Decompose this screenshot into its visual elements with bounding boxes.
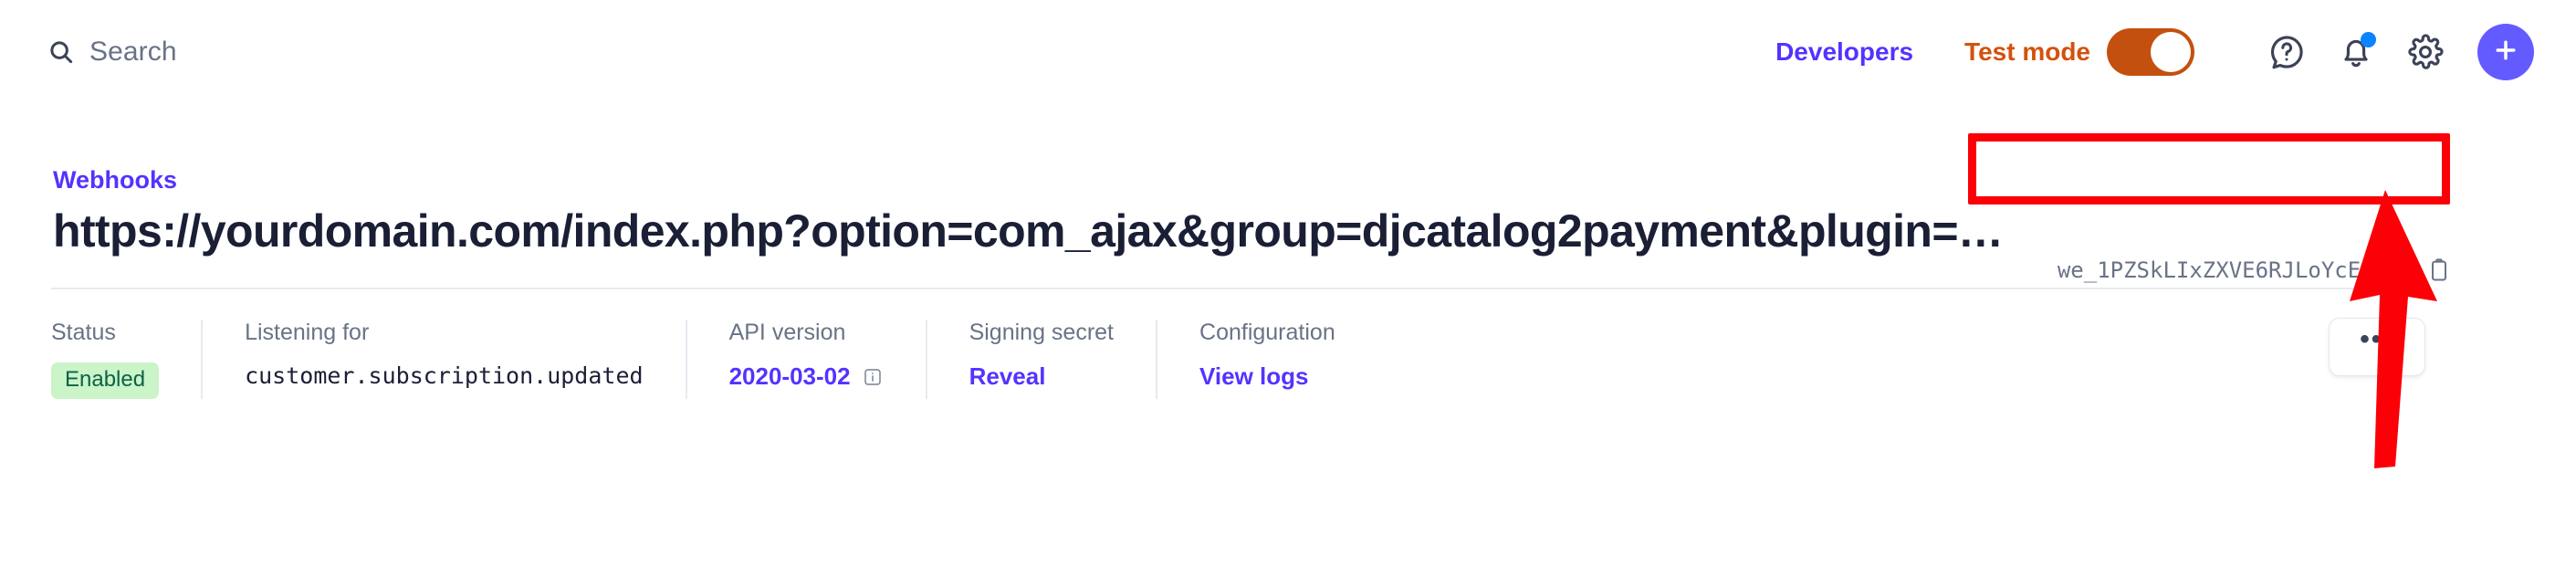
- test-mode-label: Test mode: [1964, 37, 2090, 66]
- reveal-signing-secret-link[interactable]: Reveal: [969, 362, 1114, 391]
- webhook-id-value: we_1PZSkLIxZXVE6RJLoYcE3UyW: [2057, 257, 2414, 283]
- search-box[interactable]: Search: [47, 32, 177, 72]
- meta-label-api-version: API version: [728, 320, 846, 345]
- toggle-knob: [2151, 32, 2191, 72]
- notification-dot-badge: [2361, 32, 2376, 47]
- meta-column-signing-secret: Signing secret Reveal: [927, 320, 1158, 399]
- top-toolbar: Search Developers Test mode: [0, 0, 2576, 102]
- developers-link[interactable]: Developers: [1775, 37, 1913, 67]
- info-icon[interactable]: [862, 366, 884, 388]
- notifications-button[interactable]: [2328, 24, 2384, 80]
- webhook-id-display[interactable]: we_1PZSkLIxZXVE6RJLoYcE3UyW: [2058, 257, 2452, 283]
- add-plus-icon: [2492, 37, 2519, 68]
- more-actions-label: •••: [2360, 324, 2394, 354]
- view-logs-link[interactable]: View logs: [1199, 362, 1335, 391]
- meta-label-status: Status: [51, 320, 116, 345]
- help-icon-button[interactable]: [2258, 24, 2315, 80]
- annotation-highlight-rectangle: [1968, 133, 2450, 205]
- meta-column-listening-for: Listening for customer.subscription.upda…: [203, 320, 687, 399]
- help-icon: [2267, 33, 2306, 71]
- api-version-link[interactable]: 2020-03-02: [729, 362, 851, 391]
- search-input-placeholder[interactable]: Search: [89, 37, 177, 68]
- meta-value-api-version: 2020-03-02: [729, 362, 884, 391]
- page-title: https://yourdomain.com/index.php?option=…: [53, 205, 2004, 257]
- clipboard-copy-icon[interactable]: [2426, 257, 2452, 283]
- test-mode-toggle[interactable]: [2107, 28, 2194, 76]
- settings-button[interactable]: [2397, 24, 2454, 80]
- toolbar-right-group: Developers Test mode: [1775, 24, 2534, 80]
- search-icon: [47, 38, 75, 66]
- meta-column-api-version: API version 2020-03-02: [687, 320, 927, 399]
- breadcrumb-webhooks-link[interactable]: Webhooks: [53, 166, 177, 194]
- more-actions-button[interactable]: •••: [2329, 318, 2425, 376]
- webhook-meta-row: Status Enabled Listening for customer.su…: [51, 320, 1335, 399]
- meta-column-status: Status Enabled: [51, 320, 204, 399]
- meta-label-signing-secret: Signing secret: [969, 320, 1115, 345]
- settings-gear-icon: [2406, 33, 2445, 71]
- test-mode-group[interactable]: Test mode: [1964, 28, 2194, 76]
- meta-label-configuration: Configuration: [1199, 320, 1335, 345]
- status-badge: Enabled: [51, 362, 160, 399]
- section-divider: [51, 288, 2411, 289]
- meta-value-status: Enabled: [51, 362, 160, 399]
- meta-label-listening-for: Listening for: [245, 320, 370, 345]
- meta-column-configuration: Configuration View logs: [1157, 320, 1335, 399]
- meta-value-listening-for: customer.subscription.updated: [245, 362, 644, 389]
- create-new-button[interactable]: [2477, 24, 2534, 80]
